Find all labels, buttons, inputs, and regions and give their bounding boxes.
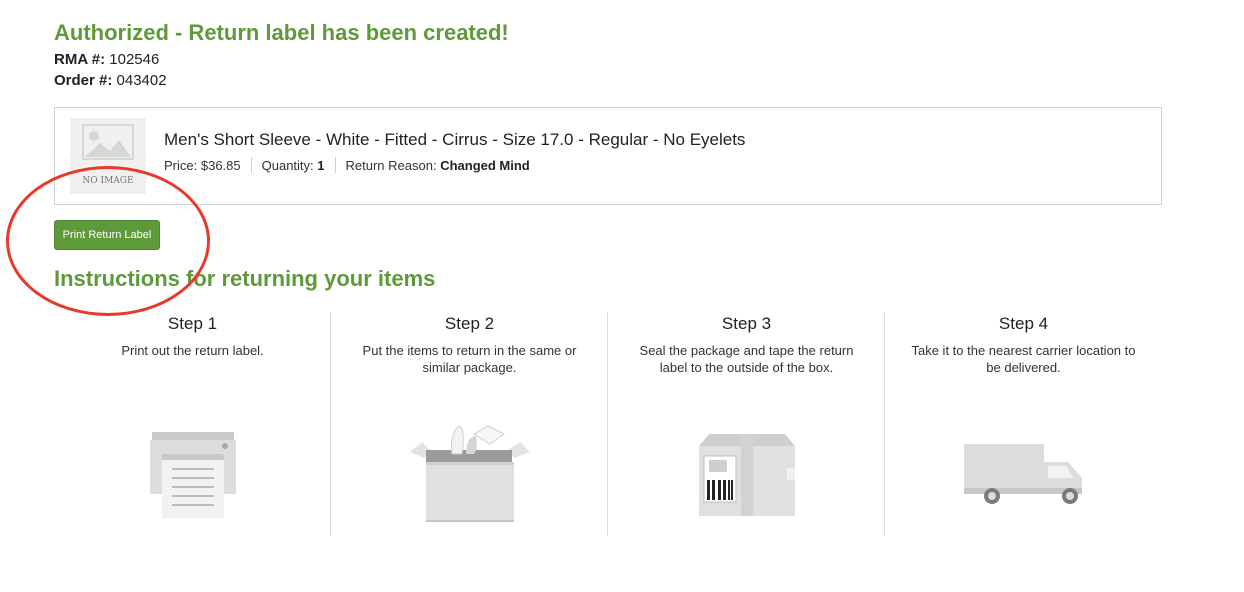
rma-number: RMA #: 102546 bbox=[54, 51, 159, 68]
open-box-icon bbox=[409, 425, 530, 522]
step-title: Step 2 bbox=[444, 314, 495, 333]
price-value: $36.85 bbox=[200, 157, 241, 173]
step-4: Step 4 Take it to the nearest carrier lo… bbox=[884, 312, 1162, 536]
step-2: Step 2 Put the items to return in the sa… bbox=[330, 312, 608, 536]
step-illustration bbox=[608, 434, 885, 516]
divider bbox=[250, 157, 252, 173]
instructions-title: Instructions for returning your items bbox=[54, 266, 436, 291]
step-title: Step 1 bbox=[167, 314, 218, 333]
image-placeholder-icon bbox=[82, 124, 134, 160]
rma-label: RMA #: bbox=[54, 51, 106, 68]
printer-icon bbox=[149, 432, 236, 518]
step-description: Put the items to return in the same or s… bbox=[362, 343, 577, 375]
rma-value: 102546 bbox=[109, 51, 160, 68]
quantity-label: Quantity: bbox=[261, 157, 314, 173]
price-label: Price: bbox=[164, 157, 198, 173]
return-reason-value: Changed Mind bbox=[440, 157, 530, 173]
step-description: Take it to the nearest carrier location … bbox=[911, 343, 1136, 375]
page-title: Authorized - Return label has been creat… bbox=[54, 20, 509, 45]
return-reason-label: Return Reason: bbox=[345, 157, 437, 173]
order-value: 043402 bbox=[116, 72, 167, 89]
step-description: Print out the return label. bbox=[121, 343, 264, 358]
print-return-label-button[interactable]: Print Return Label bbox=[54, 220, 160, 250]
step-illustration bbox=[54, 430, 331, 518]
order-label: Order #: bbox=[54, 72, 113, 89]
step-3: Step 3 Seal the package and tape the ret… bbox=[607, 312, 885, 536]
quantity-value: 1 bbox=[317, 157, 325, 173]
step-illustration bbox=[885, 442, 1162, 506]
truck-icon bbox=[963, 444, 1082, 504]
divider bbox=[334, 157, 336, 173]
step-title: Step 3 bbox=[721, 314, 772, 333]
step-title: Step 4 bbox=[998, 314, 1049, 333]
step-1: Step 1 Print out the return label. bbox=[54, 312, 331, 536]
return-item-card: NO IMAGE Men's Short Sleeve - White - Fi… bbox=[54, 107, 1162, 205]
product-thumbnail: NO IMAGE bbox=[70, 118, 146, 194]
instruction-steps: Step 1 Print out the return label. Step … bbox=[54, 312, 1162, 536]
order-number: Order #: 043402 bbox=[54, 72, 167, 89]
sealed-box-icon bbox=[698, 434, 795, 516]
step-illustration bbox=[331, 424, 608, 524]
product-details: Price: $36.85 Quantity: 1 Return Reason:… bbox=[164, 157, 530, 173]
no-image-text: NO IMAGE bbox=[82, 176, 134, 186]
step-description: Seal the package and tape the return lab… bbox=[639, 343, 854, 375]
product-name: Men's Short Sleeve - White - Fitted - Ci… bbox=[164, 130, 746, 149]
